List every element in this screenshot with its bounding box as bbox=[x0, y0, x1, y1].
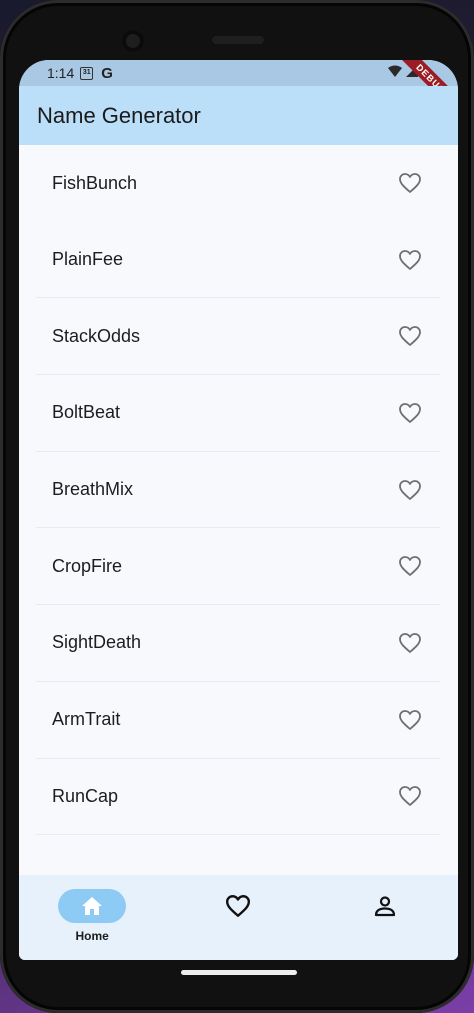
favorite-heart-icon[interactable] bbox=[396, 476, 424, 504]
person-icon bbox=[374, 896, 395, 917]
list-item[interactable]: RunCap bbox=[36, 759, 440, 836]
name-label: ArmTrait bbox=[52, 709, 121, 730]
favorite-heart-icon[interactable] bbox=[396, 629, 424, 657]
status-bar: 1:14 31 G DEBUG bbox=[19, 60, 458, 123]
list-item[interactable]: BoltBeat bbox=[36, 375, 440, 452]
front-camera bbox=[122, 30, 144, 52]
nav-home-label: Home bbox=[75, 929, 109, 943]
favorite-heart-icon[interactable] bbox=[396, 706, 424, 734]
home-gesture-bar[interactable] bbox=[181, 970, 297, 975]
name-label: RunCap bbox=[52, 785, 119, 806]
google-icon: G bbox=[101, 64, 113, 82]
wifi-icon bbox=[388, 65, 402, 77]
favorite-heart-icon[interactable] bbox=[396, 782, 424, 810]
favorite-heart-icon[interactable] bbox=[396, 322, 424, 350]
list-item[interactable]: SightDeath bbox=[36, 605, 440, 682]
phone-frame: 1:14 31 G DEBUG Name Generator FishBunch… bbox=[0, 0, 474, 1013]
nav-item-profile[interactable] bbox=[325, 889, 445, 923]
list-item[interactable]: BreathMix bbox=[36, 452, 440, 529]
app-bar: Name Generator bbox=[19, 86, 458, 145]
page-title: Name Generator bbox=[37, 102, 201, 128]
favorite-heart-icon[interactable] bbox=[396, 169, 424, 197]
nav-item-favorites[interactable] bbox=[178, 889, 298, 923]
list-item[interactable]: CropFire bbox=[36, 528, 440, 606]
name-label: BoltBeat bbox=[52, 402, 121, 423]
favorite-heart-icon[interactable] bbox=[396, 552, 424, 580]
list-item[interactable]: PlainFee bbox=[36, 222, 440, 299]
name-list[interactable]: FishBunch PlainFee StackOdds BoltBeat Breath… bbox=[36, 145, 440, 875]
name-label: SightDeath bbox=[52, 632, 142, 653]
name-label: CropFire bbox=[52, 555, 123, 576]
heart-icon bbox=[226, 895, 251, 917]
list-item[interactable]: StackOdds bbox=[36, 298, 440, 376]
favorite-heart-icon[interactable] bbox=[396, 246, 424, 274]
favorite-heart-icon[interactable] bbox=[396, 399, 424, 427]
name-label: PlainFee bbox=[52, 249, 124, 270]
list-item[interactable]: FishBunch bbox=[36, 145, 440, 222]
nav-home-indicator bbox=[58, 889, 127, 923]
nav-item-home[interactable]: Home bbox=[32, 889, 152, 943]
bottom-navigation: Home bbox=[19, 875, 458, 960]
name-label: StackOdds bbox=[52, 325, 141, 346]
list-item[interactable]: ArmTrait bbox=[36, 682, 440, 759]
calendar-icon: 31 bbox=[80, 66, 94, 80]
status-time: 1:14 bbox=[47, 65, 75, 81]
earpiece-speaker bbox=[212, 36, 264, 44]
name-label: FishBunch bbox=[52, 172, 138, 193]
name-label: BreathMix bbox=[52, 479, 134, 500]
home-icon bbox=[82, 897, 103, 915]
screen: 1:14 31 G DEBUG Name Generator FishBunch… bbox=[19, 60, 458, 960]
